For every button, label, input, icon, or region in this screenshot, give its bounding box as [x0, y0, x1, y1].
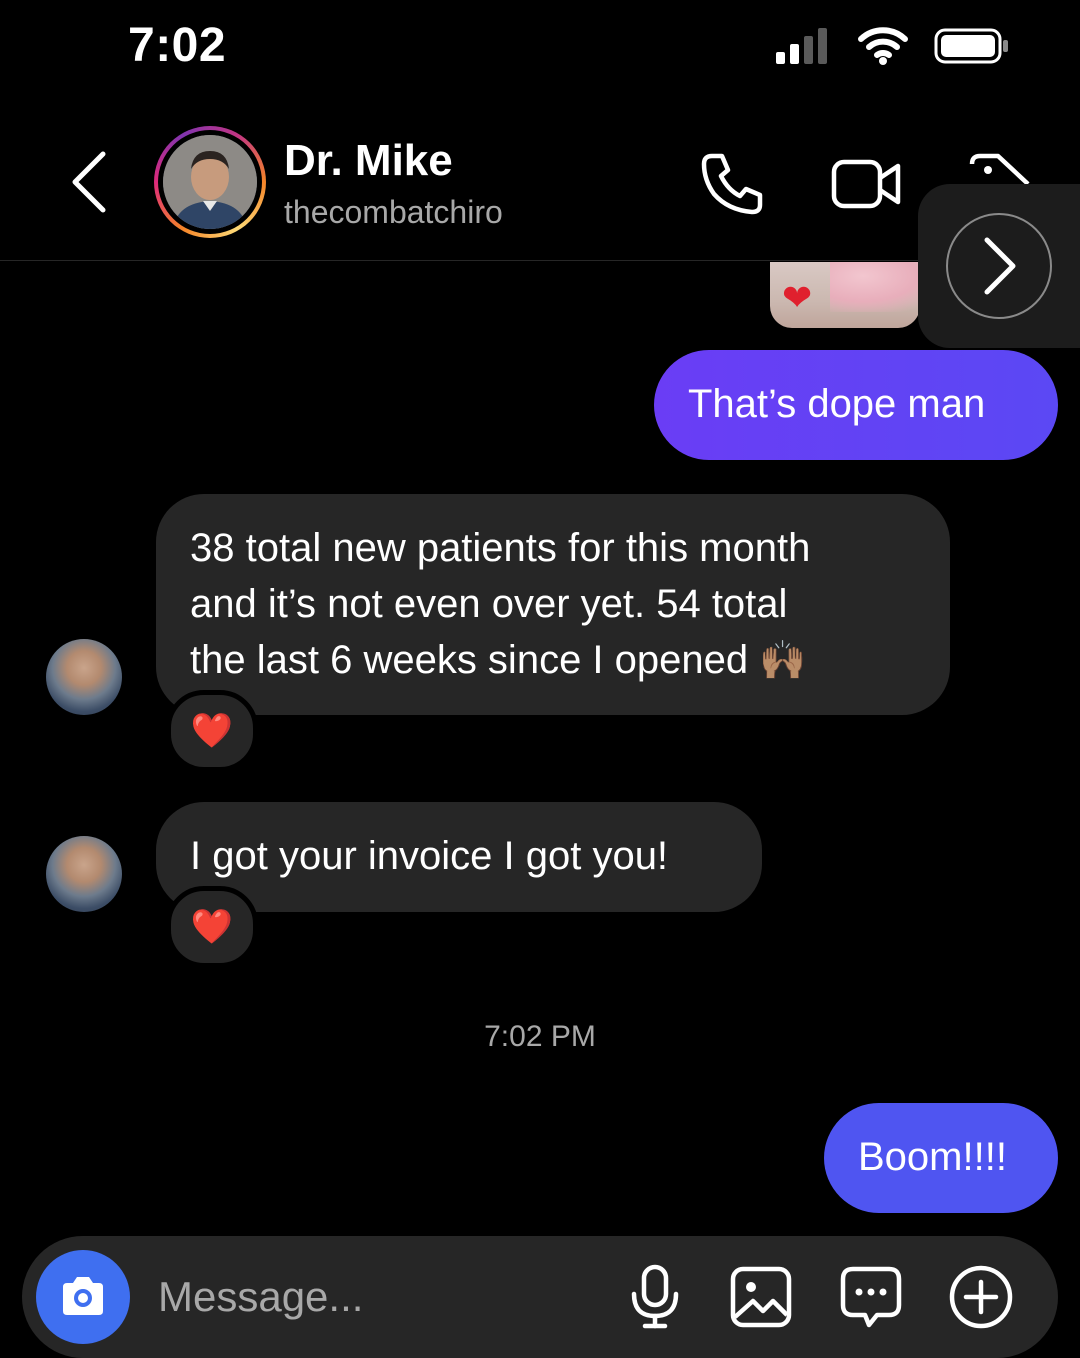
more-options-button[interactable]: [944, 1260, 1018, 1334]
heart-icon: ❤️: [190, 908, 234, 946]
phone-icon: [701, 153, 763, 215]
sticker-chat-icon: [840, 1266, 902, 1328]
message-line: the last 6 weeks since I opened: [190, 638, 749, 682]
wifi-icon: [858, 27, 908, 65]
incoming-message[interactable]: I got your invoice I got you!: [156, 802, 762, 912]
outgoing-message[interactable]: That’s dope man: [654, 350, 1058, 460]
heart-icon: ❤: [782, 277, 813, 318]
status-time: 7:02: [128, 19, 227, 72]
message-text: Boom!!!!: [858, 1135, 1007, 1179]
profile-avatar[interactable]: [154, 126, 266, 238]
contact-name[interactable]: Dr. Mike: [284, 136, 453, 186]
gallery-icon: [730, 1266, 792, 1328]
video-camera-icon: [831, 159, 901, 209]
sticker-button[interactable]: [834, 1260, 908, 1334]
message-line: 38 total new patients for this month: [190, 526, 811, 570]
message-composer: [22, 1236, 1058, 1358]
next-button[interactable]: [918, 184, 1080, 348]
heart-reaction[interactable]: ❤️: [166, 886, 258, 968]
heart-icon: ❤️: [190, 712, 234, 750]
avatar-photo: [163, 135, 257, 229]
camera-icon: [63, 1277, 103, 1315]
audio-call-button[interactable]: [694, 146, 770, 222]
sender-avatar[interactable]: [46, 836, 122, 912]
raised-hands-icon: 🙌🏽: [759, 640, 807, 682]
sender-avatar[interactable]: [46, 639, 122, 715]
battery-icon: [934, 28, 1008, 64]
heart-reaction[interactable]: ❤️: [166, 690, 258, 772]
message-timestamp: 7:02 PM: [484, 1020, 596, 1053]
video-call-button[interactable]: [828, 146, 904, 222]
camera-button[interactable]: [36, 1250, 130, 1344]
message-line: and it’s not even over yet. 54 total: [190, 582, 788, 626]
message-text: That’s dope man: [688, 382, 986, 426]
message-input[interactable]: [156, 1264, 600, 1330]
person-silhouette-icon: [163, 135, 257, 229]
outgoing-message[interactable]: Boom!!!!: [824, 1103, 1058, 1213]
shared-photo[interactable]: ❤: [770, 262, 920, 328]
chevron-right-icon: [984, 237, 1016, 295]
status-bar: 7:02: [0, 0, 1080, 100]
incoming-message[interactable]: 38 total new patients for this month and…: [156, 494, 950, 715]
message-text: I got your invoice I got you!: [190, 834, 669, 878]
voice-message-button[interactable]: [618, 1260, 692, 1334]
microphone-icon: [631, 1264, 679, 1329]
back-button[interactable]: [62, 150, 116, 214]
gallery-button[interactable]: [724, 1260, 798, 1334]
contact-username[interactable]: thecombatchiro: [284, 194, 503, 231]
cellular-signal-icon: [776, 28, 827, 64]
chevron-left-icon: [72, 151, 106, 213]
status-icons: [776, 26, 1010, 66]
plus-circle-icon: [949, 1265, 1013, 1329]
